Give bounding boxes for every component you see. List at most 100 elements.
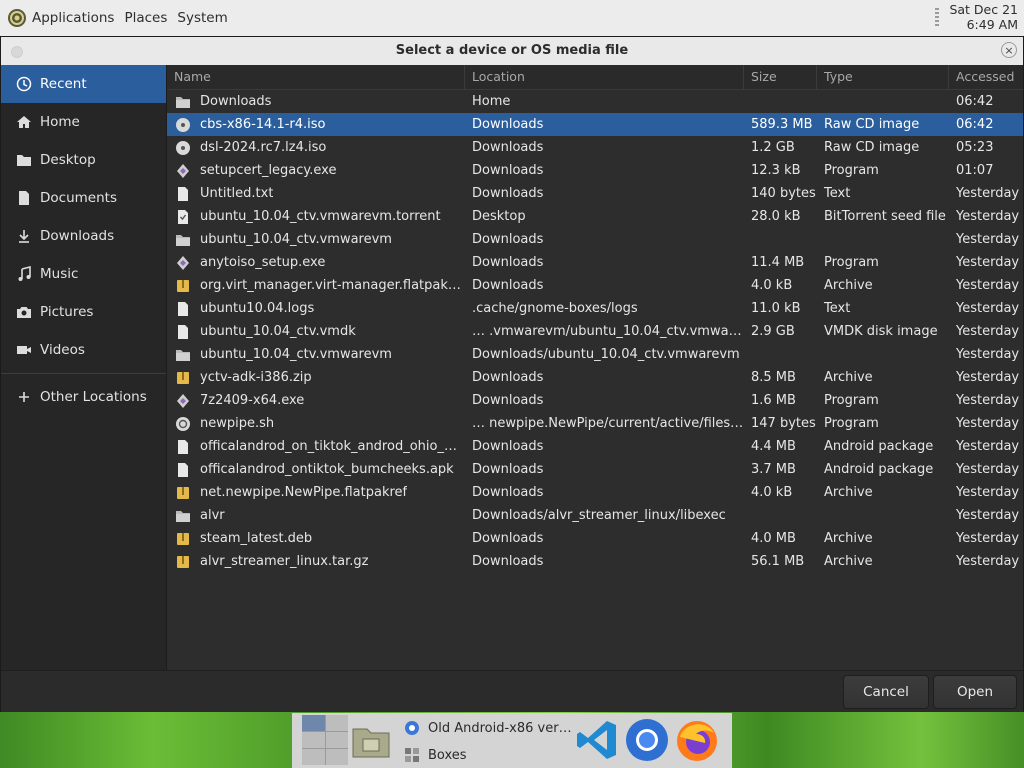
cell-location: Downloads <box>472 140 544 155</box>
task-boxes[interactable]: Boxes <box>404 742 467 768</box>
table-row[interactable]: Downloads Home 06:42 <box>167 90 1023 113</box>
places-menu[interactable]: Places <box>124 10 167 26</box>
sidebar-item-recent[interactable]: Recent <box>1 65 166 103</box>
table-row[interactable]: yctv-adk-i386.zip Downloads 8.5 MB Archive Y… <box>167 366 1023 389</box>
table-row[interactable]: dsl-2024.rc7.lz4.iso Downloads 1.2 GB Raw C… <box>167 136 1023 159</box>
cell-size: 589.3 MB <box>751 117 813 132</box>
column-header-size[interactable]: Size <box>744 65 817 89</box>
panel-grip-icon[interactable] <box>935 8 940 28</box>
cell-name: Untitled.txt <box>167 186 465 202</box>
cell-accessed: 06:42 <box>956 117 994 132</box>
table-row[interactable]: steam_latest.deb Downloads 4.0 MB Archive Ye… <box>167 527 1023 550</box>
sidebar-item-desktop[interactable]: Desktop <box>1 141 166 179</box>
cell-location: Desktop <box>472 209 526 224</box>
sidebar-item-documents[interactable]: Documents <box>1 179 166 217</box>
table-row[interactable]: ubuntu_10.04_ctv.vmwarevm Downloads Yester… <box>167 228 1023 251</box>
cell-type: Program <box>824 163 879 178</box>
cell-name: anytoiso_setup.exe <box>167 255 465 271</box>
cell-size: 28.0 kB <box>751 209 801 224</box>
cell-size: 4.0 MB <box>751 531 796 546</box>
cell-type: BitTorrent seed file <box>824 209 946 224</box>
file-name: org.virt_manager.virt-manager.flatpakref <box>200 278 465 293</box>
clock-icon <box>16 76 32 92</box>
cell-name: ubuntu_10.04_ctv.vmdk <box>167 324 465 340</box>
table-row[interactable]: 7z2409-x64.exe Downloads 1.6 MB Program Yest… <box>167 389 1023 412</box>
table-row[interactable]: alvr Downloads/alvr_streamer_linux/libexe… <box>167 504 1023 527</box>
sidebar-item-pictures[interactable]: Pictures <box>1 293 166 331</box>
cell-size: 3.7 MB <box>751 462 796 477</box>
chromium-icon[interactable] <box>624 717 670 763</box>
workspace-2[interactable] <box>325 715 348 731</box>
cell-name: ubuntu_10.04_ctv.vmwarevm.torrent <box>167 209 465 225</box>
cell-accessed: Yesterday <box>956 485 1020 500</box>
sidebar-item-downloads[interactable]: Downloads <box>1 217 166 255</box>
task-old-android[interactable]: Old Android-x86 ver… <box>404 715 572 741</box>
table-row[interactable]: net.newpipe.NewPipe.flatpakref Downloads 4… <box>167 481 1023 504</box>
column-header-type[interactable]: Type <box>817 65 949 89</box>
workspace-switcher[interactable] <box>302 715 348 765</box>
file-manager-icon[interactable] <box>349 719 393 763</box>
open-button[interactable]: Open <box>933 675 1017 709</box>
cell-name: ubuntu_10.04_ctv.vmwarevm <box>167 347 465 363</box>
cell-location: Downloads <box>472 485 544 500</box>
workspace-4[interactable] <box>325 732 348 748</box>
sidebar-item-home[interactable]: Home <box>1 103 166 141</box>
dialog-titlebar[interactable]: Select a device or OS media file × <box>1 37 1023 65</box>
cell-size: 1.2 GB <box>751 140 795 155</box>
file-name: net.newpipe.NewPipe.flatpakref <box>200 485 408 500</box>
clock-time: 6:49 AM <box>966 17 1018 32</box>
workspace-3[interactable] <box>302 732 325 748</box>
cell-type: Program <box>824 255 879 270</box>
folder-icon <box>176 96 190 108</box>
sidebar-item-music[interactable]: Music <box>1 255 166 293</box>
cell-name: officalandrod_on_tiktok_androd_ohio_4… <box>167 439 465 455</box>
sidebar-item-other-locations[interactable]: Other Locations <box>1 378 166 416</box>
window-menu-icon[interactable] <box>11 46 23 58</box>
table-row[interactable]: newpipe.sh … newpipe.NewPipe/current/acti… <box>167 412 1023 435</box>
applications-menu[interactable]: Applications <box>32 10 114 26</box>
system-menu[interactable]: System <box>177 10 227 26</box>
workspace-6[interactable] <box>325 749 348 765</box>
cell-location: Downloads <box>472 232 544 247</box>
cell-accessed: 01:07 <box>956 163 994 178</box>
cell-location: Downloads <box>472 117 544 132</box>
cell-accessed: Yesterday <box>956 232 1020 247</box>
workspace-5[interactable] <box>302 749 325 765</box>
column-header-accessed[interactable]: Accessed <box>949 65 1023 89</box>
table-row[interactable]: ubuntu_10.04_ctv.vmwarevm Downloads/ubunt… <box>167 343 1023 366</box>
dialog-title: Select a device or OS media file <box>395 43 629 58</box>
sidebar-separator <box>1 373 166 374</box>
cell-location: Downloads/ubuntu_10.04_ctv.vmwarevm <box>472 347 740 362</box>
sidebar-item-videos[interactable]: Videos <box>1 331 166 369</box>
cell-type: Android package <box>824 439 934 454</box>
table-row[interactable]: ubuntu_10.04_ctv.vmdk … .vmwarevm/ubuntu_… <box>167 320 1023 343</box>
clock[interactable]: Sat Dec 21 6:49 AM <box>949 2 1018 32</box>
table-row[interactable]: officalandrod_on_tiktok_androd_ohio_4… Do… <box>167 435 1023 458</box>
file-name: ubuntu_10.04_ctv.vmwarevm <box>200 347 392 362</box>
close-button[interactable]: × <box>1001 42 1017 58</box>
task-label: Old Android-x86 ver… <box>428 720 572 736</box>
download-icon <box>19 230 29 243</box>
table-row[interactable]: anytoiso_setup.exe Downloads 11.4 MB Progra… <box>167 251 1023 274</box>
plus-icon <box>19 392 29 402</box>
table-row[interactable]: cbs-x86-14.1-r4.iso Downloads 589.3 MB Raw … <box>167 113 1023 136</box>
table-row[interactable]: setupcert_legacy.exe Downloads 12.3 kB Prog… <box>167 159 1023 182</box>
file-name: ubuntu10.04.logs <box>200 301 315 316</box>
cell-name: setupcert_legacy.exe <box>167 163 465 179</box>
table-row[interactable]: Untitled.txt Downloads 140 bytes Text Yester… <box>167 182 1023 205</box>
table-row[interactable]: org.virt_manager.virt-manager.flatpakref… <box>167 274 1023 297</box>
table-row[interactable]: alvr_streamer_linux.tar.gz Downloads 56.1 … <box>167 550 1023 573</box>
column-header-location[interactable]: Location <box>465 65 744 89</box>
firefox-icon[interactable] <box>674 717 720 763</box>
cancel-button[interactable]: Cancel <box>843 675 929 709</box>
workspace-1[interactable] <box>302 715 325 731</box>
table-row[interactable]: officalandrod_ontiktok_bumcheeks.apk Down… <box>167 458 1023 481</box>
cell-name: ubuntu10.04.logs <box>167 301 465 317</box>
cell-name: steam_latest.deb <box>167 531 465 547</box>
table-row[interactable]: ubuntu_10.04_ctv.vmwarevm.torrent Desktop… <box>167 205 1023 228</box>
cell-location: .cache/gnome-boxes/logs <box>472 301 638 316</box>
column-header-name[interactable]: Name <box>167 65 465 89</box>
distro-logo-icon[interactable] <box>7 8 27 28</box>
table-row[interactable]: ubuntu10.04.logs .cache/gnome-boxes/logs 1… <box>167 297 1023 320</box>
vscode-icon[interactable] <box>574 717 620 763</box>
